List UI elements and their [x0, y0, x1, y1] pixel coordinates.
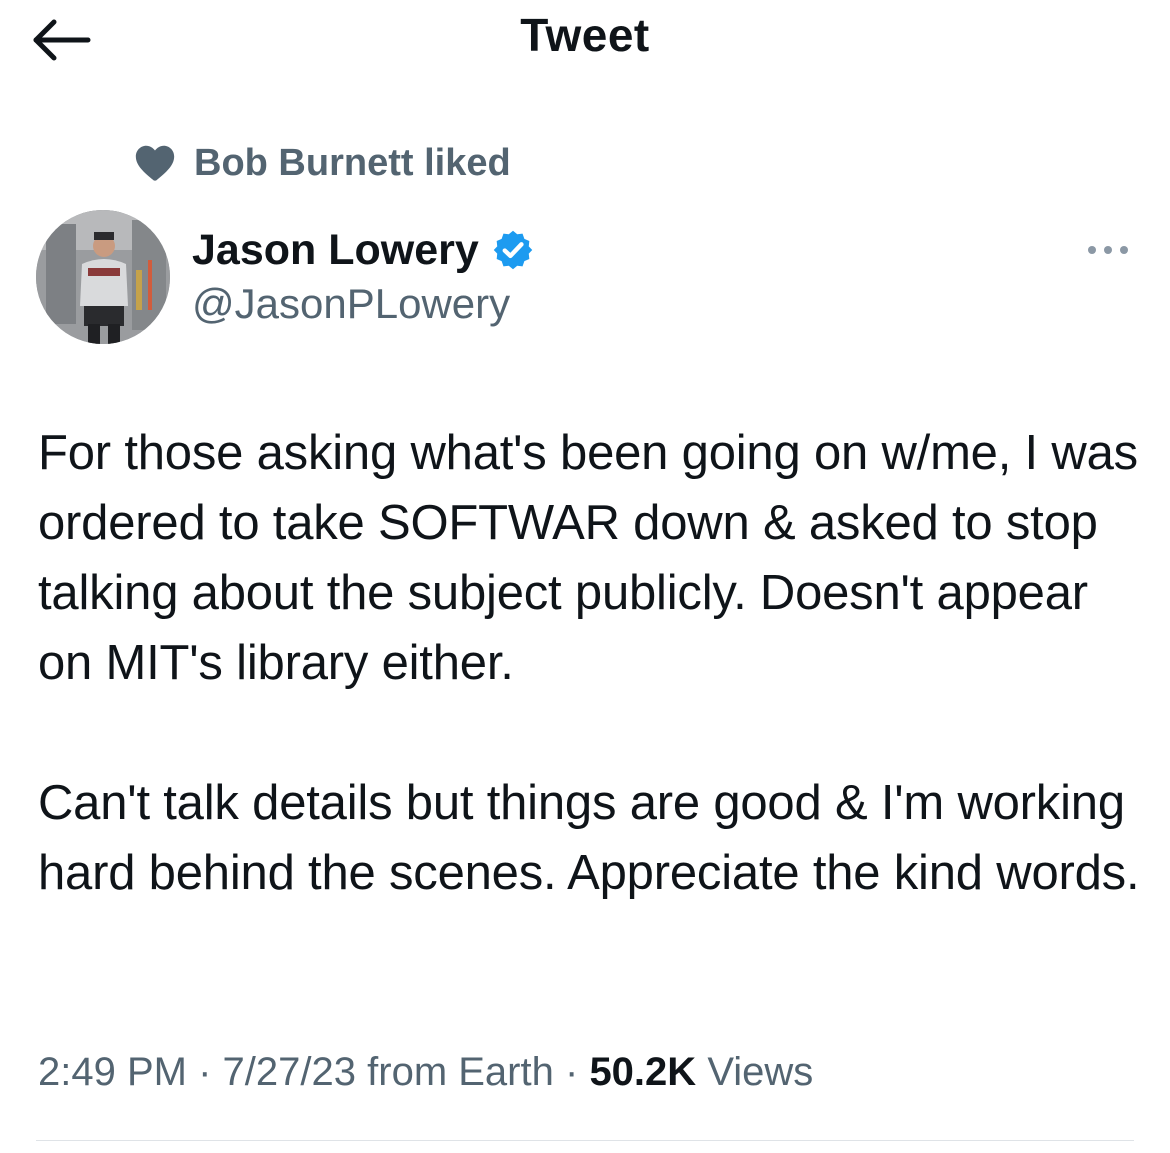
more-horizontal-icon	[1088, 246, 1128, 254]
avatar[interactable]	[36, 210, 170, 344]
tweet-date[interactable]: 7/27/23	[223, 1050, 356, 1094]
page-title: Tweet	[520, 9, 650, 61]
meta-separator: ·	[564, 1050, 579, 1094]
heart-icon	[135, 145, 175, 181]
divider	[36, 1140, 1134, 1141]
avatar-photo	[36, 210, 170, 344]
top-bar: Tweet	[0, 0, 1170, 80]
author-handle[interactable]: @JasonPLowery	[192, 280, 510, 328]
verified-badge-icon	[493, 230, 533, 270]
tweet-source: from Earth	[367, 1050, 554, 1094]
tweet-paragraph: For those asking what's been going on w/…	[38, 426, 1138, 690]
tweet-text: For those asking what's been going on w/…	[38, 418, 1148, 978]
tweet-metadata: 2:49 PM · 7/27/23 from Earth · 50.2K Vie…	[38, 1050, 813, 1095]
views-count[interactable]: 50.2K	[589, 1050, 696, 1094]
social-context-text: Bob Burnett liked	[194, 141, 511, 184]
views-label: Views	[707, 1050, 814, 1094]
more-options-button[interactable]	[1080, 230, 1136, 270]
tweet-time[interactable]: 2:49 PM	[38, 1050, 187, 1094]
author-name-row: Jason Lowery	[192, 222, 535, 278]
meta-separator: ·	[198, 1050, 212, 1094]
social-context[interactable]: Bob Burnett liked	[132, 138, 511, 188]
author-name[interactable]: Jason Lowery	[192, 226, 479, 275]
tweet-paragraph: Can't talk details but things are good &…	[38, 776, 1140, 900]
